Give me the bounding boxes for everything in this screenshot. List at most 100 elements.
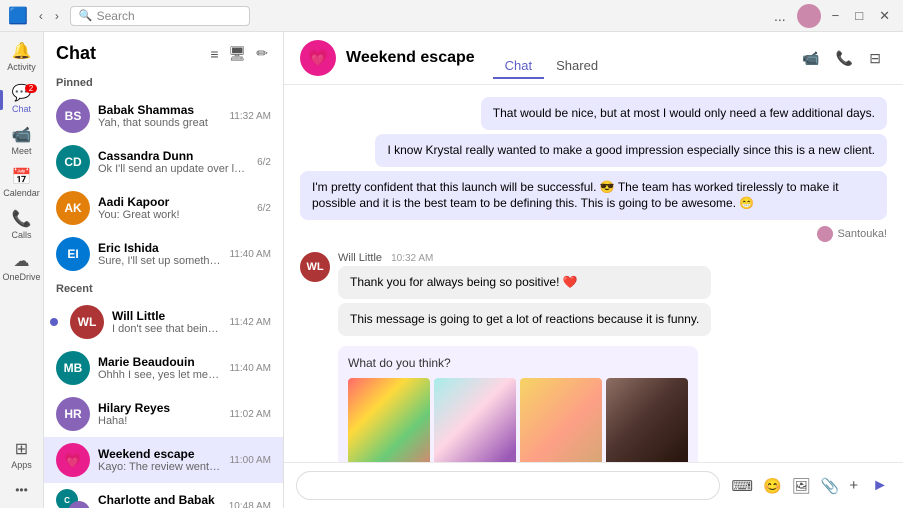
back-button[interactable]: ‹: [34, 7, 48, 25]
chat-list-title: Chat: [56, 43, 96, 64]
calendar-icon: 📅: [12, 170, 32, 186]
sidebar-item-more[interactable]: •••: [0, 478, 43, 502]
msg-avatar-will: WL: [300, 252, 330, 282]
chat-main: 💗 Weekend escape Chat Shared 📹 📞 ⊟ That …: [284, 32, 903, 508]
title-bar-right: ... − □ ✕: [769, 4, 895, 28]
avatar-charlotte-babak: C B: [56, 489, 90, 508]
chat-item-eric[interactable]: EI Eric Ishida Sure, I'll set up somethi…: [44, 231, 283, 277]
chat-item-aadi[interactable]: AK Aadi Kapoor You: Great work! 6/2: [44, 185, 283, 231]
chat-item-babak[interactable]: BS Babak Shammas Yah, that sounds great …: [44, 93, 283, 139]
maximize-button[interactable]: □: [850, 6, 868, 25]
chat-info-hilary: Hilary Reyes Haha!: [98, 401, 221, 427]
chat-item-charlotte[interactable]: C B Charlotte and Babak Charlotte: The c…: [44, 483, 283, 508]
own-message-group: That would be nice, but at most I would …: [300, 97, 887, 242]
chat-item-marie[interactable]: MB Marie Beaudouin Ohhh I see, yes let m…: [44, 345, 283, 391]
minimize-button[interactable]: −: [827, 6, 845, 25]
image-rose: [348, 378, 430, 462]
chat-name-babak: Babak Shammas: [98, 103, 221, 117]
chat-badge: 2: [25, 84, 37, 93]
message-input[interactable]: [296, 471, 720, 500]
close-button[interactable]: ✕: [874, 6, 895, 26]
santouka-avatar: [817, 226, 833, 242]
edit-button[interactable]: ✏: [253, 42, 271, 65]
chat-name-charlotte: Charlotte and Babak: [98, 493, 221, 507]
emoji-button[interactable]: 😊: [760, 474, 785, 498]
avatar-eric: EI: [56, 237, 90, 271]
chat-item-hilary[interactable]: HR Hilary Reyes Haha! 11:02 AM: [44, 391, 283, 437]
video-call-button[interactable]: 📹: [796, 46, 825, 71]
more-button[interactable]: ...: [769, 6, 791, 26]
sidebar-item-meet[interactable]: 📹 Meet: [0, 122, 43, 162]
santouka-label: Santouka!: [817, 226, 887, 242]
chat-time-eric: 11:40 AM: [229, 249, 271, 260]
chat-list: Pinned BS Babak Shammas Yah, that sounds…: [44, 71, 283, 508]
add-button[interactable]: +: [846, 474, 861, 498]
chat-time-weekend: 11:00 AM: [229, 455, 271, 466]
avatar-weekend: 💗: [56, 443, 90, 477]
santouka-name: Santouka!: [837, 228, 887, 240]
chat-preview-weekend: Kayo: The review went really well! Can't…: [98, 461, 221, 473]
format-button[interactable]: ⌨: [728, 474, 756, 498]
sidebar-item-activity[interactable]: 🔔 Activity: [0, 38, 43, 78]
sidebar-item-chat[interactable]: 💬 Chat 2: [0, 80, 43, 120]
image-card: What do you think? Thought these images …: [338, 346, 698, 462]
tab-chat[interactable]: Chat: [493, 54, 544, 79]
chat-list-actions: ≡ 🖥 ✏: [207, 42, 271, 65]
input-area: ⌨ 😊 🖼 📎 + ►: [284, 462, 903, 508]
calls-icon: 📞: [12, 212, 32, 228]
user-avatar[interactable]: [797, 4, 821, 28]
own-bubble-3: I'm pretty confident that this launch wi…: [300, 171, 887, 221]
teams-logo-icon: 🟦: [8, 6, 28, 26]
gif-button[interactable]: 🖼: [789, 474, 814, 498]
activity-label: Activity: [7, 62, 36, 72]
search-box[interactable]: 🔍 Search: [70, 6, 250, 26]
title-bar-left: 🟦 ‹ › 🔍 Search: [8, 6, 250, 26]
image-grid: [348, 378, 688, 462]
chat-preview-hilary: Haha!: [98, 415, 221, 427]
more-options-button[interactable]: ⊟: [863, 46, 887, 71]
sidebar-item-calendar[interactable]: 📅 Calendar: [0, 164, 43, 204]
chat-time-marie: 11:40 AM: [229, 363, 271, 374]
send-button[interactable]: ►: [869, 474, 891, 498]
app-body: 🔔 Activity 💬 Chat 2 📹 Meet 📅 Calendar 📞 …: [0, 32, 903, 508]
sidebar-item-apps[interactable]: ⊞ Apps: [0, 436, 43, 476]
tab-shared[interactable]: Shared: [544, 54, 610, 79]
chat-header-avatar: 💗: [300, 40, 336, 76]
attach-button[interactable]: 📎: [818, 474, 843, 498]
audio-call-button[interactable]: 📞: [830, 46, 859, 71]
chat-item-weekend[interactable]: 💗 Weekend escape Kayo: The review went r…: [44, 437, 283, 483]
image-gold: [520, 378, 602, 462]
sidebar-item-onedrive[interactable]: ☁ OneDrive: [0, 248, 43, 288]
chat-item-cassandra[interactable]: CD Cassandra Dunn Ok I'll send an update…: [44, 139, 283, 185]
onedrive-icon: ☁: [14, 254, 30, 270]
new-chat-button[interactable]: 🖥: [225, 42, 249, 65]
pinned-section-label: Pinned: [44, 73, 283, 93]
sidebar-item-calls[interactable]: 📞 Calls: [0, 206, 43, 246]
chat-preview-aadi: You: Great work!: [98, 209, 249, 221]
chat-info-will: Will Little I don't see that being an is…: [112, 309, 221, 335]
chat-name-cassandra: Cassandra Dunn: [98, 149, 249, 163]
message-row-will: WL Will Little 10:32 AM Thank you for al…: [300, 252, 887, 336]
chat-list-header: Chat ≡ 🖥 ✏: [44, 32, 283, 71]
input-toolbar: ⌨ 😊 🖼 📎 +: [728, 474, 861, 498]
filter-button[interactable]: ≡: [207, 42, 221, 65]
recent-section-label: Recent: [44, 279, 283, 299]
forward-button[interactable]: ›: [50, 7, 64, 25]
chat-info-weekend: Weekend escape Kayo: The review went rea…: [98, 447, 221, 473]
chat-time-aadi: 6/2: [257, 203, 271, 214]
avatar-will: WL: [70, 305, 104, 339]
apps-icon: ⊞: [15, 442, 28, 458]
chat-info-charlotte: Charlotte and Babak Charlotte: The clien…: [98, 493, 221, 508]
onedrive-label: OneDrive: [2, 272, 40, 282]
more-nav-icon: •••: [15, 484, 28, 496]
chat-nav-label: Chat: [12, 104, 31, 114]
apps-label: Apps: [11, 460, 32, 470]
msg-bubble-will: Thank you for always being so positive! …: [338, 266, 711, 299]
avatar-cassandra: CD: [56, 145, 90, 179]
msg-text-will-2: This message is going to get a lot of re…: [350, 312, 699, 326]
messages-area: That would be nice, but at most I would …: [284, 85, 903, 462]
chat-item-will[interactable]: WL Will Little I don't see that being an…: [44, 299, 283, 345]
calendar-label: Calendar: [3, 188, 40, 198]
chat-info-cassandra: Cassandra Dunn Ok I'll send an update ov…: [98, 149, 249, 175]
calls-label: Calls: [11, 230, 31, 240]
